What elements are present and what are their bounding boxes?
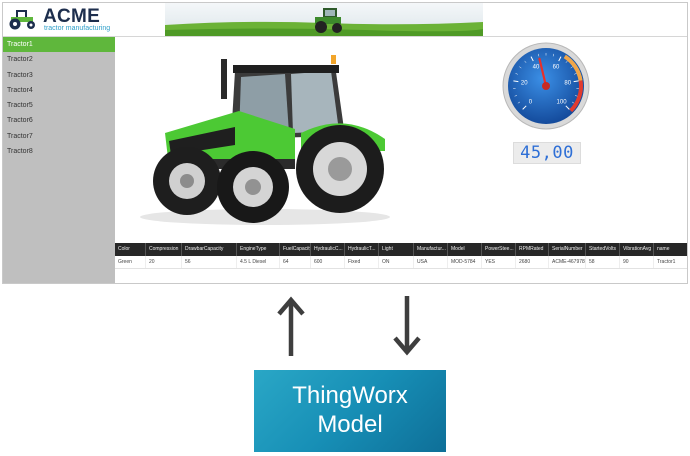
- sidebar-item-tractor8[interactable]: Tractor8: [3, 144, 115, 159]
- column-header[interactable]: Compression: [146, 243, 182, 256]
- sidebar-item-tractor3[interactable]: Tractor3: [3, 68, 115, 83]
- tractor-properties-grid: Color Compression DrawbarCapacity EngineTyp…: [115, 243, 687, 269]
- table-cell: 2680: [516, 256, 549, 268]
- table-cell: Tractor1: [654, 256, 687, 268]
- table-cell: 4.5 L Diesel: [237, 256, 280, 268]
- table-cell: USA: [414, 256, 448, 268]
- sidebar-item-tractor5[interactable]: Tractor5: [3, 98, 115, 113]
- sidebar-item-tractor2[interactable]: Tractor2: [3, 52, 115, 67]
- column-header[interactable]: VibrationAvg: [620, 243, 654, 256]
- sidebar-item-tractor7[interactable]: Tractor7: [3, 129, 115, 144]
- column-header[interactable]: Light: [379, 243, 414, 256]
- arrow-up-icon: [277, 296, 305, 356]
- column-header[interactable]: RPMRated: [516, 243, 549, 256]
- model-box-line2: Model: [317, 411, 383, 438]
- header: ACME tractor manufacturing: [3, 3, 687, 37]
- column-header[interactable]: HydraulicT...: [345, 243, 379, 256]
- table-row[interactable]: Green 20 56 4.5 L Diesel 64 600 Fixed ON USA MOD-…: [115, 256, 687, 269]
- column-header[interactable]: SerialNumber: [549, 243, 586, 256]
- tractor-logo-icon: [9, 10, 35, 30]
- table-cell: 600: [311, 256, 345, 268]
- gauge-readout: 45,00: [513, 142, 581, 164]
- gauge-tick-label: 40: [533, 64, 540, 70]
- gauge-tick-label: 80: [564, 81, 571, 87]
- table-header-row: Color Compression DrawbarCapacity EngineTyp…: [115, 243, 687, 256]
- table-cell: 56: [182, 256, 237, 268]
- column-header[interactable]: PowerStee...: [482, 243, 516, 256]
- column-header[interactable]: name: [654, 243, 687, 256]
- gauge-tick-label: 100: [557, 100, 568, 106]
- tractor-list: Tractor1 Tractor2 Tractor3 Tractor4 Trac…: [3, 37, 115, 283]
- table-cell: Green: [115, 256, 146, 268]
- logo-title: ACME: [43, 6, 101, 27]
- table-cell: MOD-5784: [448, 256, 482, 268]
- column-header[interactable]: Model: [448, 243, 482, 256]
- column-header[interactable]: Manufactur...: [414, 243, 448, 256]
- speed-gauge: 0 20 40 60 80 100: [502, 42, 590, 130]
- table-cell: 64: [280, 256, 311, 268]
- table-cell: 90: [620, 256, 654, 268]
- table-body: Green 20 56 4.5 L Diesel 64 600 Fixed ON USA MOD-…: [115, 256, 687, 269]
- tractor-image: [140, 55, 390, 225]
- gauge-tick-label: 60: [553, 64, 560, 70]
- column-header[interactable]: StartedVolts: [586, 243, 620, 256]
- column-header[interactable]: FuelCapacity: [280, 243, 311, 256]
- sidebar-item-tractor6[interactable]: Tractor6: [3, 113, 115, 128]
- table-cell: 20: [146, 256, 182, 268]
- column-header[interactable]: Color: [115, 243, 146, 256]
- column-header[interactable]: EngineType: [237, 243, 280, 256]
- column-header[interactable]: DrawbarCapacity: [182, 243, 237, 256]
- acme-logo: ACME tractor manufacturing: [7, 6, 117, 34]
- table-cell: ON: [379, 256, 414, 268]
- gauge-tick-label: 20: [521, 81, 528, 87]
- arrow-down-icon: [393, 296, 421, 356]
- logo-subtitle: tractor manufacturing: [44, 25, 111, 32]
- sidebar-item-tractor1[interactable]: Tractor1: [3, 37, 115, 53]
- sidebar-item-tractor4[interactable]: Tractor4: [3, 83, 115, 98]
- table-cell: ACME-467978: [549, 256, 586, 268]
- main-content: 0 20 40 60 80 100 45,00 Color Compression…: [115, 37, 687, 283]
- model-box-line1: ThingWorx: [292, 382, 408, 409]
- table-cell: Fixed: [345, 256, 379, 268]
- column-header[interactable]: HydraulicC...: [311, 243, 345, 256]
- mashup-frame: ACME tractor manufacturing Tractor1 Trac…: [2, 2, 688, 284]
- table-cell: 58: [586, 256, 620, 268]
- table-cell: YES: [482, 256, 516, 268]
- thingworx-model-box: ThingWorx Model: [254, 370, 446, 452]
- banner-image: [165, 3, 483, 36]
